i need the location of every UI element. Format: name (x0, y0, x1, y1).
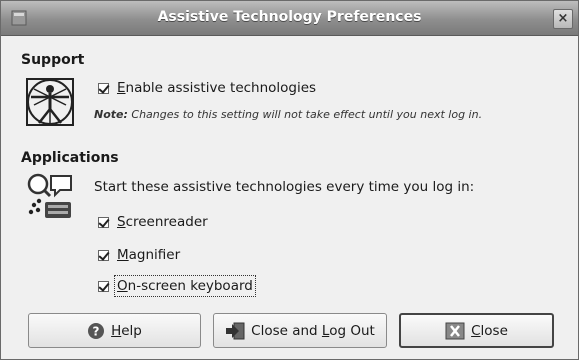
restart-note: Note: Changes to this setting will not t… (94, 108, 483, 121)
magnifier-label: Magnifier (117, 247, 181, 263)
close-and-logout-label: Close and Log Out (251, 322, 375, 339)
help-icon: ? (88, 322, 105, 339)
onscreen-keyboard-label: On-screen keyboard (114, 275, 256, 297)
logout-icon (226, 322, 245, 339)
onscreen-keyboard-checkbox[interactable]: On-screen keyboard (98, 275, 256, 297)
assistive-apps-icon (27, 173, 72, 218)
close-icon (445, 322, 465, 339)
checkbox-checked-icon[interactable] (98, 82, 109, 94)
window-title: Assistive Technology Preferences (157, 9, 422, 25)
title-bar[interactable]: Assistive Technology Preferences × (1, 1, 578, 36)
applications-intro: Start these assistive technologies every… (94, 179, 475, 195)
close-and-logout-button[interactable]: Close and Log Out (213, 313, 387, 348)
window-close-button[interactable]: × (553, 9, 573, 29)
checkbox-checked-icon[interactable] (98, 249, 109, 261)
screenreader-label: Screenreader (117, 214, 208, 230)
magnifier-checkbox[interactable]: Magnifier (98, 247, 180, 263)
help-button-label: Help (111, 322, 142, 339)
svg-text:?: ? (93, 324, 100, 338)
support-heading: Support (21, 52, 85, 68)
close-button[interactable]: Close (399, 313, 554, 348)
checkbox-checked-icon[interactable] (98, 216, 109, 228)
vitruvian-man-icon (26, 78, 74, 126)
applications-heading: Applications (21, 150, 119, 166)
screenreader-checkbox[interactable]: Screenreader (98, 214, 208, 230)
enable-assistive-label: Enable assistive technologies (117, 80, 317, 96)
close-button-label: Close (471, 322, 508, 339)
close-x-icon: × (557, 11, 569, 26)
enable-assistive-checkbox[interactable]: Enable assistive technologies (98, 80, 316, 96)
help-button[interactable]: ? Help (28, 313, 201, 348)
preferences-dialog: Assistive Technology Preferences × Suppo… (0, 0, 579, 360)
checkbox-checked-icon[interactable] (98, 280, 109, 292)
